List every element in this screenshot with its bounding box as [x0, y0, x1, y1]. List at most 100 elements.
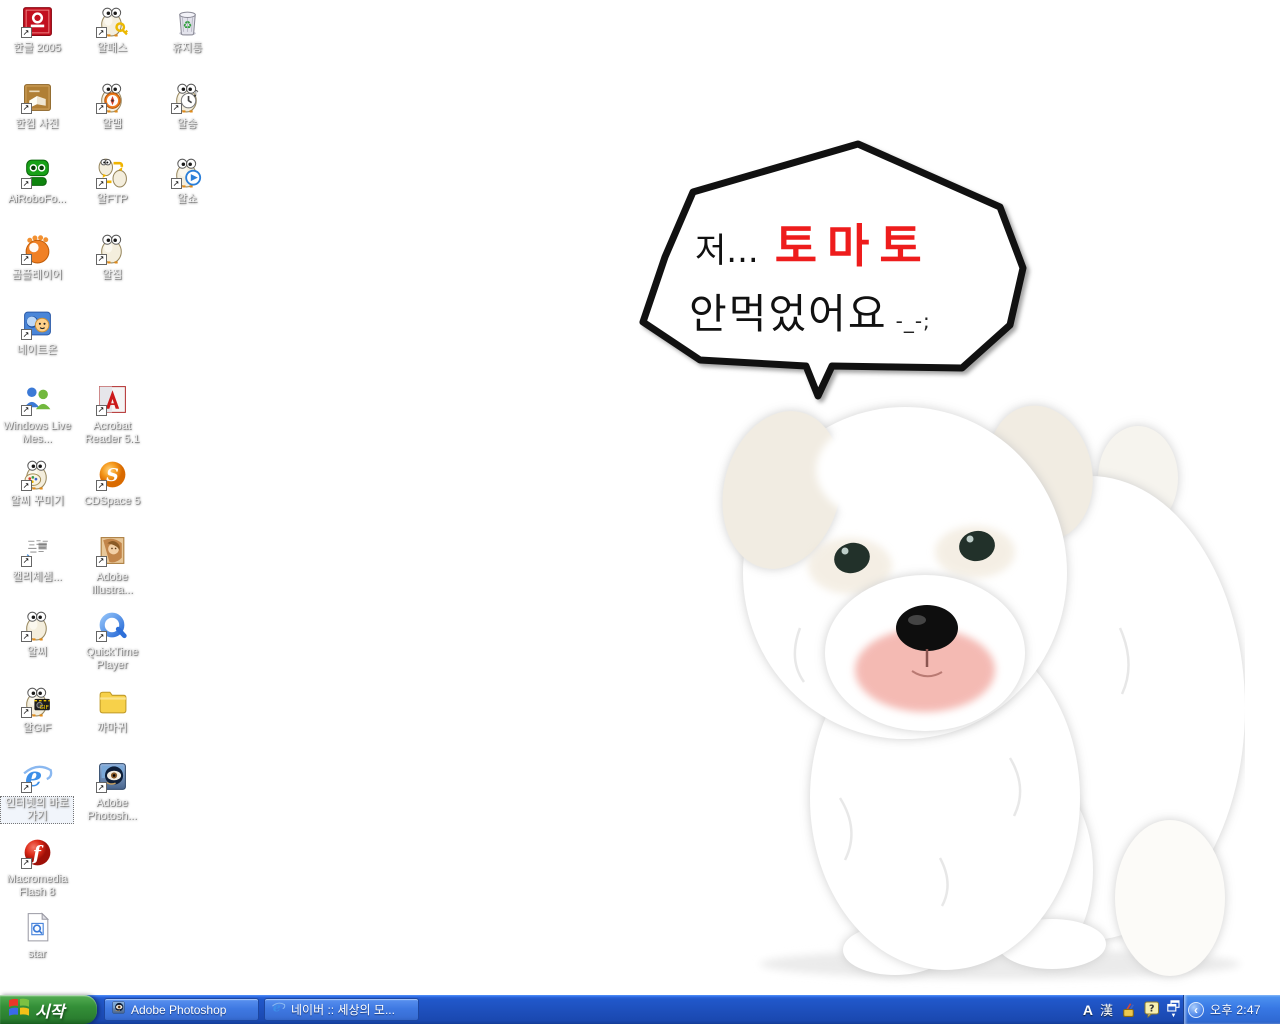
- egg-ftp-icon: ↗: [96, 156, 129, 189]
- ime-expand-arrow-icon: ▼: [1171, 1013, 1177, 1019]
- tray-collapse-chevron[interactable]: ‹: [1188, 1002, 1204, 1018]
- shortcut-arrow-icon: ↗: [96, 631, 107, 642]
- desktop-icon-label: AiRoboFo...: [6, 192, 68, 207]
- desktop-icon-label: 한글 2005: [11, 41, 63, 56]
- shortcut-arrow-icon: ↗: [96, 480, 107, 491]
- egg-clock-icon: ♪↗: [171, 81, 204, 114]
- shortcut-arrow-icon: ↗: [96, 782, 107, 793]
- shortcut-arrow-icon: ↗: [96, 556, 107, 567]
- taskbar-button-label: 네이버 :: 세상의 모...: [291, 1001, 395, 1018]
- desktop-icon-egg-ftp-7[interactable]: ↗ 알FTP: [75, 156, 149, 207]
- desktop-icon-egg-18[interactable]: ↗ 알씨: [0, 609, 74, 660]
- gom-icon: ↗: [21, 232, 54, 265]
- egg-key-icon: ↗: [96, 5, 129, 38]
- start-button[interactable]: 시작: [0, 995, 97, 1024]
- desktop-icon-star-doc-25[interactable]: star: [0, 911, 74, 962]
- desktop-icon-photoshop-23[interactable]: ↗Adobe Photosh...: [75, 760, 149, 824]
- photoshop-icon: ↗: [96, 760, 129, 793]
- shortcut-arrow-icon: ↗: [96, 27, 107, 38]
- desktop-icon-internet-explorer-22[interactable]: e ↗ 인터넷의 바로 가기: [0, 760, 74, 824]
- shortcut-arrow-icon: ↗: [96, 254, 107, 265]
- egg-compass-icon: ↗: [96, 81, 129, 114]
- svg-text:♪: ♪: [193, 88, 199, 99]
- desktop-icon-flash-24[interactable]: f↗Macromedia Flash 8: [0, 836, 74, 900]
- desktop-icon-cdspace-15[interactable]: S↗CDSpace 5: [75, 458, 149, 509]
- desktop-icon-egg-key-1[interactable]: ↗ 알패스: [75, 5, 149, 56]
- desktop-icon-nateon-11[interactable]: ↗네이트온: [0, 307, 74, 358]
- photoshop-small-icon: [111, 1000, 126, 1020]
- svg-text:GIF: GIF: [39, 705, 48, 711]
- desktop-icon-egg-gif-20[interactable]: GIF↗알GIF: [0, 685, 74, 736]
- desktop-icon-dictionary-3[interactable]: ↗ 한컴 사전: [0, 81, 74, 132]
- desktop-icon-egg-compass-4[interactable]: ↗알맵: [75, 81, 149, 132]
- desktop-icon-messenger-12[interactable]: ↗ Windows Live Mes...: [0, 383, 74, 447]
- egg-play-icon: ↗: [171, 156, 204, 189]
- taskbar-buttons: Adobe Photoshop e 네이버 :: 세상의 모...: [104, 998, 419, 1021]
- desktop-icon-label: CDSpace 5: [82, 494, 142, 509]
- shortcut-arrow-icon: ↗: [96, 103, 107, 114]
- desktop-icon-label: 알쇼: [175, 192, 199, 207]
- desktop-icon-label: Windows Live Mes...: [0, 419, 74, 447]
- taskbar-button-1[interactable]: e 네이버 :: 세상의 모...: [264, 998, 419, 1021]
- desktop-icon-hwp-0[interactable]: ↗한글 2005: [0, 5, 74, 56]
- desktop-icon-label: 인터넷의 바로 가기: [0, 796, 74, 824]
- desktop-icon-roboform-6[interactable]: ↗ AiRoboFo...: [0, 156, 74, 207]
- ime-help-icon[interactable]: ?: [1144, 1001, 1160, 1018]
- ime-language-indicator[interactable]: A: [1083, 1002, 1093, 1018]
- shortcut-arrow-icon: ↗: [96, 405, 107, 416]
- egg-palette-icon: ↗: [21, 458, 54, 491]
- desktop-icon-label: 한컴 사전: [13, 117, 61, 132]
- taskbar-button-label: Adobe Photoshop: [131, 1003, 226, 1017]
- desktop-icon-illustrator-17[interactable]: ↗Adobe Illustra...: [75, 534, 149, 598]
- shortcut-arrow-icon: ↗: [171, 178, 182, 189]
- shortcut-arrow-icon: ↗: [21, 405, 32, 416]
- illustrator-icon: ↗: [96, 534, 129, 567]
- desktop-icon-recycle-bin-2[interactable]: ♻휴지통: [150, 5, 224, 56]
- nateon-icon: ↗: [21, 307, 54, 340]
- taskbar-clock[interactable]: 오후 2:47: [1210, 1001, 1261, 1018]
- shortcut-arrow-icon: ↗: [21, 858, 32, 869]
- quicktime-icon: ↗: [96, 609, 129, 642]
- taskbar: 시작 Adobe Photoshop e 네이버 :: 세상의 모... A 漢: [0, 995, 1280, 1024]
- desktop-icon-acrobat-13[interactable]: ↗Acrobat Reader 5.1: [75, 383, 149, 447]
- desktop-icon-label: 곰플레이어: [10, 268, 65, 283]
- shortcut-arrow-icon: ↗: [21, 480, 32, 491]
- ime-toolbar-window-icon[interactable]: ▼: [1167, 1000, 1180, 1019]
- ie-small-icon: e: [271, 1000, 286, 1020]
- egg-gif-icon: GIF ↗: [21, 685, 54, 718]
- folder-icon: [96, 685, 129, 718]
- start-button-label: 시작: [35, 998, 64, 1022]
- desktop-icon-gom-9[interactable]: ↗ 곰플레이어: [0, 232, 74, 283]
- desktop-icon-quicktime-19[interactable]: ↗ QuickTime Player: [75, 609, 149, 673]
- internet-explorer-icon: e ↗: [21, 760, 54, 793]
- desktop-icon-label: 알송: [175, 117, 199, 132]
- desktop-icon-label: 휴지통: [170, 41, 204, 56]
- desktop-icon-label: 알패스: [95, 41, 129, 56]
- hanja-indicator[interactable]: 漢: [1100, 1000, 1113, 1019]
- desktop-icon-egg-clock-5[interactable]: ♪↗알송: [150, 81, 224, 132]
- shortcut-arrow-icon: ↗: [171, 103, 182, 114]
- svg-text:?: ?: [1149, 1004, 1155, 1015]
- desktop-icon-folder-21[interactable]: 까마귀: [75, 685, 149, 736]
- desktop-icon-label: QuickTime Player: [75, 645, 149, 673]
- desktop-icon-egg-10[interactable]: ↗알집: [75, 232, 149, 283]
- dictionary-icon: ↗: [21, 81, 54, 114]
- desktop[interactable]: 저... 토마토 안먹었어요 -_-;: [0, 0, 1280, 1024]
- windows-logo-icon: [8, 997, 30, 1022]
- shortcut-arrow-icon: ↗: [21, 178, 32, 189]
- desktop-icon-egg-play-8[interactable]: ↗ 알쇼: [150, 156, 224, 207]
- taskbar-button-0[interactable]: Adobe Photoshop: [104, 998, 259, 1021]
- shortcut-arrow-icon: ↗: [21, 631, 32, 642]
- desktop-icon-label: star: [26, 947, 48, 962]
- language-bar: A 漢 ?: [1083, 995, 1180, 1024]
- ime-pen-icon[interactable]: [1120, 1001, 1137, 1018]
- star-doc-icon: [21, 911, 54, 944]
- desktop-icon-egg-palette-14[interactable]: ↗알씨 꾸미기: [0, 458, 74, 509]
- desktop-icon-label: 캘리체샘...: [10, 570, 64, 585]
- desktop-icon-label: 알씨: [25, 645, 49, 660]
- shortcut-arrow-icon: ↗: [21, 707, 32, 718]
- desktop-icon-label: 까마귀: [95, 721, 129, 736]
- desktop-icon-label: 알FTP: [95, 192, 130, 207]
- egg-icon: ↗: [96, 232, 129, 265]
- desktop-icon-calligraphy-16[interactable]: ↗캘리체샘...: [0, 534, 74, 585]
